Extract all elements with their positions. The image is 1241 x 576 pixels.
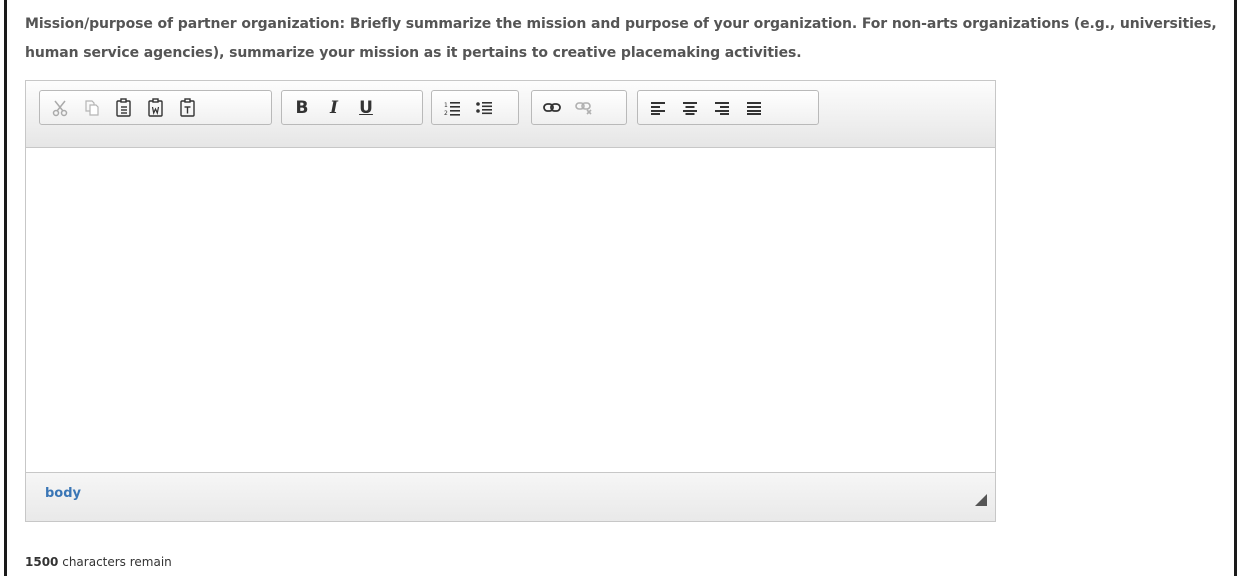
basic-styles-group: B I U — [281, 90, 423, 125]
bulleted-list-icon — [475, 99, 493, 117]
align-left-button[interactable] — [642, 95, 674, 121]
character-counter: 1500 characters remain — [25, 555, 172, 569]
paste-as-text-button[interactable] — [172, 95, 204, 121]
copy-icon — [83, 99, 101, 117]
clipboard-group — [39, 90, 272, 125]
align-left-icon — [650, 101, 666, 115]
editor-toolbar: B I U 1 2 — [26, 81, 995, 148]
alignment-group — [637, 90, 819, 125]
svg-text:1: 1 — [444, 102, 448, 109]
unlink-button[interactable] — [568, 95, 600, 121]
unlink-icon — [575, 101, 593, 115]
paste-icon — [115, 97, 133, 118]
characters-remaining-count: 1500 — [25, 555, 59, 569]
paste-text-icon — [179, 97, 197, 118]
underline-button[interactable]: U — [350, 95, 382, 121]
numbered-list-button[interactable]: 1 2 — [436, 95, 468, 121]
cut-button[interactable] — [44, 95, 76, 121]
copy-button[interactable] — [76, 95, 108, 121]
bold-button[interactable]: B — [286, 95, 318, 121]
link-group — [531, 90, 627, 125]
resize-handle-icon[interactable] — [975, 491, 987, 510]
editor-status-bar: body — [26, 472, 995, 521]
editor-content-area[interactable] — [26, 148, 995, 472]
scissors-icon — [51, 99, 69, 117]
paste-button[interactable] — [108, 95, 140, 121]
svg-text:2: 2 — [444, 110, 448, 117]
list-group: 1 2 — [431, 90, 519, 125]
align-right-button[interactable] — [706, 95, 738, 121]
paste-from-word-button[interactable] — [140, 95, 172, 121]
bulleted-list-button[interactable] — [468, 95, 500, 121]
link-icon — [543, 102, 561, 114]
justify-icon — [746, 101, 762, 115]
paste-word-icon — [147, 97, 165, 118]
justify-button[interactable] — [738, 95, 770, 121]
align-center-button[interactable] — [674, 95, 706, 121]
align-right-icon — [714, 101, 730, 115]
link-button[interactable] — [536, 95, 568, 121]
italic-button[interactable]: I — [318, 95, 350, 121]
rich-text-editor: B I U 1 2 body — [25, 80, 996, 522]
numbered-list-icon: 1 2 — [443, 99, 461, 117]
characters-remaining-label: characters remain — [58, 555, 172, 569]
question-label: Mission/purpose of partner organization:… — [25, 16, 1217, 61]
element-path-body[interactable]: body — [45, 486, 81, 501]
form-panel: Mission/purpose of partner organization:… — [4, 0, 1237, 576]
align-center-icon — [682, 101, 698, 115]
